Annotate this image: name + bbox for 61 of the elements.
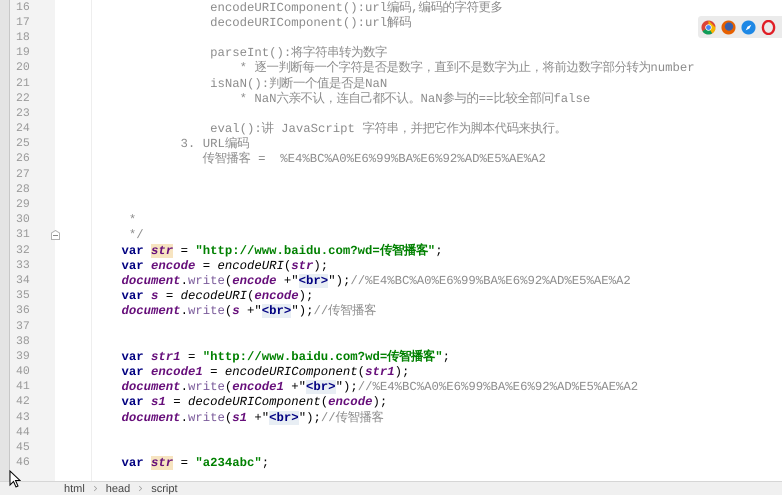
line-number: 41 [16,380,30,394]
line-number: 32 [16,244,30,258]
code-line: var str1 = "http://www.baidu.com?wd=传智播客"; [120,350,450,364]
line-number: 43 [16,410,30,425]
ring-icon[interactable] [761,20,776,34]
code-line: var str = "http://www.baidu.com?wd=传智播客"; [120,244,443,258]
line-number: 36 [16,304,30,318]
line-number: 40 [16,365,30,380]
code-line: var s = decodeURI(encode); [120,289,314,304]
line-number: 20 [16,61,30,76]
globe-icon[interactable] [721,20,736,34]
code-line: var str = "a234abc"; [120,456,270,470]
fold-marker-icon[interactable] [51,230,60,240]
line-number: 23 [16,106,30,121]
line-number: 44 [16,426,30,440]
line-number: 39 [16,350,30,364]
line-number: 29 [16,198,30,212]
breadcrumb-item[interactable]: head [104,482,132,494]
code-line: */ [128,228,144,242]
code-line: * 逐一判断每一个字符是否是数字，直到不是数字为止，将前边数字部分转为number [238,61,695,76]
code-line: parseInt():将字符串转为数字 [209,46,388,60]
code-line: isNaN():判断一个值是否是NaN [209,76,388,91]
code-line: var s1 = decodeURIComponent(encode); [120,395,388,410]
line-number: 46 [16,456,30,470]
line-number: 37 [16,320,30,334]
line-number: 30 [16,213,30,228]
line-number: 17 [16,16,30,30]
line-number: 35 [16,289,30,304]
line-number: 22 [16,92,30,106]
line-number: 27 [16,168,30,182]
line-number: 21 [16,76,30,91]
code-line: * [128,213,136,228]
code-line: var encode1 = encodeURIComponent(str1); [120,365,410,380]
line-number: 26 [16,152,30,166]
code-line: document.write(encode +"<br>");//%E4%BC%A0%E6%99%BA%E6%92%AD%E5%AE%A2 [120,274,631,288]
line-number: 34 [16,274,30,288]
code-line: document.write(s +"<br>");//传智播客 [120,304,376,318]
code-line: eval():讲 JavaScript 字符串，并把它作为脚本代码来执行。 [209,122,566,136]
pinwheel-icon[interactable] [701,20,716,34]
code-line: decodeURIComponent():url解码 [209,16,412,30]
line-number: 24 [16,122,30,136]
line-number: 31 [16,228,30,242]
code-line: 3. URL编码 [180,137,249,152]
code-line: document.write(encode1 +"<br>");//%E4%BC%A0%E6%99%BA%E6%92%AD%E5%AE%A2 [120,380,638,394]
line-number: 45 [16,441,30,456]
compass-icon[interactable] [741,20,756,34]
line-number: 25 [16,137,30,152]
line-number: 28 [16,182,30,197]
code-line: 传智播客 = %E4%BC%A0%E6%99%BA%E6%92%AD%E5%AE%A2 [202,152,546,166]
code-line: * NaN六亲不认，连自己都不认。NaN参与的==比较全部问false [238,92,590,106]
code-line: encodeURIComponent():url编码,编码的字符更多 [209,0,503,15]
breadcrumb-item[interactable]: script [149,482,180,494]
code-line: var encode = encodeURI(str); [120,258,328,273]
breadcrumb-item[interactable]: html [62,482,87,494]
line-number: 16 [16,0,30,15]
line-number: 18 [16,30,30,45]
line-number: 42 [16,395,30,410]
line-number: 33 [16,258,30,273]
line-number: 38 [16,334,30,349]
code-line: document.write(s1 +"<br>");//传智播客 [120,410,384,425]
line-number: 19 [16,46,30,60]
